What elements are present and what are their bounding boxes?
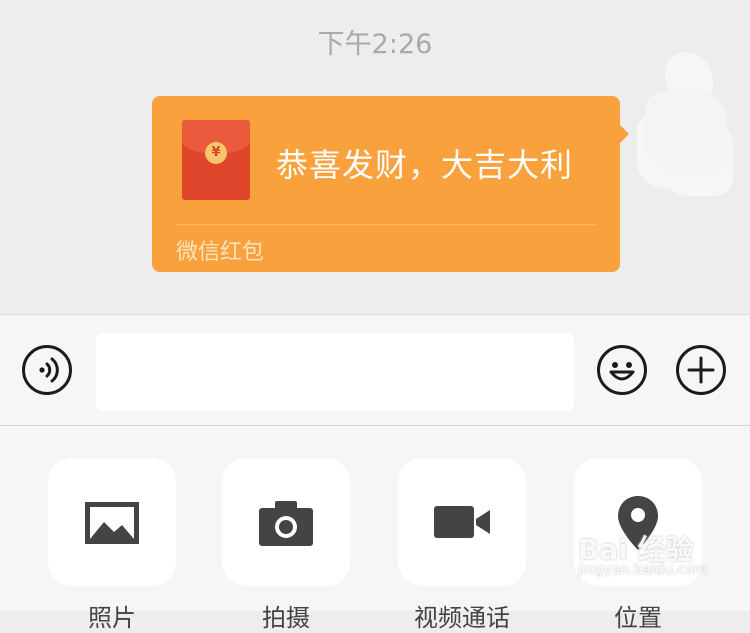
panel-item-label: 位置 (614, 604, 662, 632)
more-button[interactable] (676, 345, 726, 395)
panel-item-label: 拍摄 (262, 604, 310, 632)
message-input[interactable] (96, 333, 574, 411)
red-packet-greeting: 恭喜发财，大吉大利 (276, 146, 574, 184)
more-panel: 照片 拍摄 视频通话 位置 (0, 426, 750, 632)
voice-icon (39, 357, 59, 383)
red-packet-message[interactable]: ¥ 恭喜发财，大吉大利 微信红包 (152, 96, 629, 272)
avatar[interactable] (645, 92, 727, 176)
input-bar (0, 314, 750, 426)
bubble-tail (619, 124, 629, 144)
emoji-icon (609, 362, 635, 381)
plus-icon (687, 356, 715, 384)
emoji-button[interactable] (597, 345, 647, 395)
panel-item-video-call[interactable]: 视频通话 (398, 458, 526, 632)
panel-item-label: 视频通话 (414, 604, 510, 632)
camera-tile[interactable] (222, 458, 350, 586)
panel-item-photo[interactable]: 照片 (48, 458, 176, 632)
watermark-url: jingyan.baidu.com (578, 562, 708, 578)
red-packet-label: 微信红包 (176, 240, 265, 265)
photo-icon (85, 502, 139, 544)
yuan-coin-icon: ¥ (205, 142, 227, 164)
red-envelope-icon: ¥ (182, 120, 250, 200)
video-call-tile[interactable] (398, 458, 526, 586)
panel-item-camera[interactable]: 拍摄 (222, 458, 350, 632)
video-call-icon (434, 506, 490, 538)
photo-tile[interactable] (48, 458, 176, 586)
chat-area: 下午2:26 ¥ 恭喜发财，大吉大利 微信红包 (0, 0, 750, 314)
red-packet-divider (176, 224, 596, 225)
message-timestamp: 下午2:26 (317, 29, 433, 60)
panel-item-label: 照片 (88, 604, 136, 632)
voice-button[interactable] (22, 345, 72, 395)
camera-icon (259, 501, 313, 546)
